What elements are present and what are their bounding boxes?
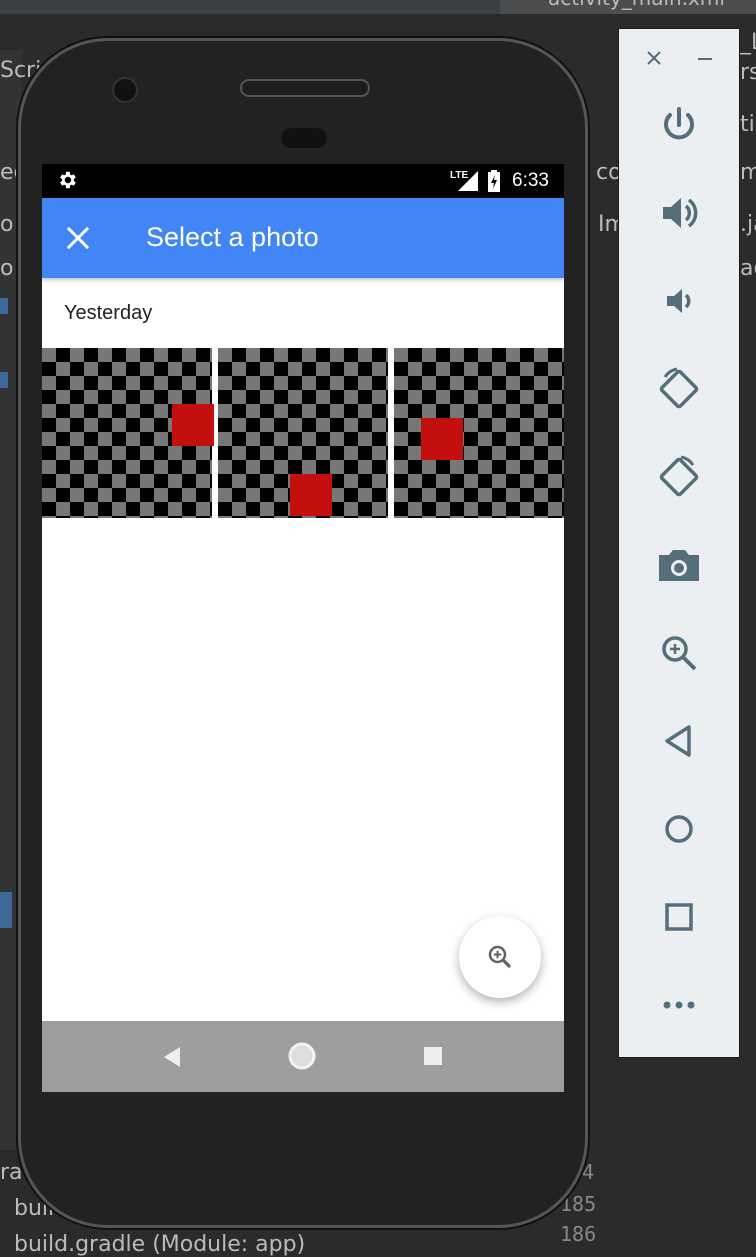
ide-right-text-5: m — [740, 160, 756, 185]
ide-marker-2 — [0, 372, 8, 388]
ide-tab-label[interactable]: activity_main.xml — [548, 0, 725, 10]
phone-screen: LTE 6:33 Select a photo Yesterday — [42, 164, 564, 1092]
ide-marker-3 — [0, 892, 12, 928]
home-icon[interactable] — [288, 1042, 316, 1075]
recents-icon[interactable] — [424, 1047, 442, 1070]
section-header: Yesterday — [64, 302, 153, 324]
back-icon[interactable] — [655, 717, 703, 765]
speaker-grille — [240, 79, 370, 97]
back-icon[interactable] — [162, 1046, 182, 1073]
overview-icon[interactable] — [655, 893, 703, 941]
red-square — [290, 474, 332, 516]
signal-icon — [458, 171, 478, 196]
photo-thumbnail-1[interactable] — [42, 348, 214, 518]
ide-right-text-1: _La — [740, 30, 756, 55]
android-nav-bar — [42, 1021, 564, 1092]
battery-charging-icon — [488, 170, 500, 197]
ide-bottom-text-3[interactable]: build.gradle (Module: app) — [14, 1232, 305, 1257]
zoom-fab-button[interactable] — [459, 916, 541, 998]
app-bar: Select a photo — [42, 198, 564, 278]
ide-line-number-3: 186 — [560, 1222, 597, 1246]
photo-thumbnail-3[interactable] — [394, 348, 564, 518]
front-camera — [112, 77, 138, 103]
ide-left-text-3: o — [0, 212, 14, 237]
red-square — [421, 418, 463, 460]
rotate-right-icon[interactable] — [655, 453, 703, 501]
power-icon[interactable] — [655, 101, 703, 149]
zoom-icon[interactable] — [655, 629, 703, 677]
settings-gear-icon — [56, 169, 78, 196]
rotate-left-icon[interactable] — [655, 365, 703, 413]
close-icon[interactable] — [645, 49, 663, 72]
ide-marker-1 — [0, 298, 8, 314]
ide-bottom-text-1: ra — [0, 1160, 23, 1185]
status-time: 6:33 — [512, 170, 549, 191]
zoom-in-icon — [488, 945, 512, 969]
red-square — [172, 404, 214, 446]
ide-right-text-2: rs — [740, 60, 756, 85]
photo-thumbnail-2[interactable] — [218, 348, 388, 518]
ide-right-text-3: ti — [740, 112, 755, 137]
emulator-control-panel — [618, 28, 740, 1058]
page-title: Select a photo — [146, 222, 319, 252]
status-bar: LTE 6:33 — [42, 164, 564, 198]
camera-icon[interactable] — [655, 541, 703, 589]
ide-right-text-7: .ja — [740, 212, 756, 237]
volume-up-icon[interactable] — [655, 189, 703, 237]
ide-left-text-4: o — [0, 256, 14, 281]
volume-down-icon[interactable] — [655, 277, 703, 325]
close-icon[interactable] — [64, 224, 92, 252]
home-icon[interactable] — [655, 805, 703, 853]
earpiece — [281, 128, 327, 148]
ide-right-text-8: ag — [740, 256, 756, 281]
minimize-icon[interactable] — [697, 49, 713, 72]
more-icon[interactable] — [655, 981, 703, 1029]
